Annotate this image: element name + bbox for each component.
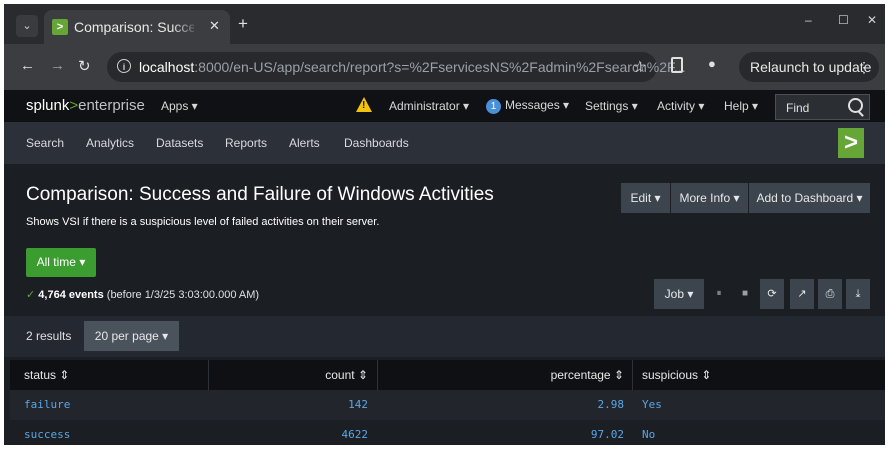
settings-menu[interactable]: Settings ▾ xyxy=(585,99,638,113)
table-row: failure 142 2.98 Yes xyxy=(10,390,885,420)
page-title: Comparison: Success and Failure of Windo… xyxy=(26,184,494,205)
forward-icon[interactable]: → xyxy=(50,57,65,74)
browser-toolbar: ← → ↻ i localhost:8000/en-US/app/search/… xyxy=(4,44,885,90)
cell-status[interactable]: failure xyxy=(24,390,70,420)
nav-reports[interactable]: Reports xyxy=(225,136,267,150)
events-summary: ✓ 4,764 events (before 1/3/25 3:03:00.00… xyxy=(26,289,260,301)
profile-icon[interactable]: ● xyxy=(708,56,724,72)
refresh-icon[interactable]: ⟳ xyxy=(760,279,784,309)
administrator-menu[interactable]: Administrator ▾ xyxy=(389,99,469,113)
cell-status[interactable]: success xyxy=(24,420,70,445)
column-header-suspicious[interactable]: suspicious ⇕ xyxy=(642,360,711,390)
info-icon[interactable]: i xyxy=(117,59,131,73)
back-icon[interactable]: ← xyxy=(20,57,35,74)
reload-icon[interactable]: ↻ xyxy=(78,57,91,75)
splunk-favicon-icon: > xyxy=(52,19,68,35)
splunk-top-bar: splunk>enterprise Apps ▾ ! Administrator… xyxy=(4,90,885,122)
column-header-status[interactable]: status ⇕ xyxy=(24,360,69,390)
search-icon[interactable] xyxy=(848,98,863,113)
cell-count[interactable]: 4622 xyxy=(208,420,369,445)
print-icon[interactable]: ⎙ xyxy=(818,279,842,309)
extensions-icon[interactable] xyxy=(671,57,683,73)
url-text: localhost:8000/en-US/app/search/report?s… xyxy=(139,59,686,75)
warning-mark: ! xyxy=(362,100,366,111)
pause-icon[interactable]: ⏸ xyxy=(707,279,731,309)
cell-percentage[interactable]: 2.98 xyxy=(377,390,625,420)
address-bar[interactable]: i localhost:8000/en-US/app/search/report… xyxy=(107,52,686,82)
cell-count[interactable]: 142 xyxy=(208,390,368,420)
help-menu[interactable]: Help ▾ xyxy=(724,99,758,113)
report-content: Comparison: Success and Failure of Windo… xyxy=(4,164,885,445)
window-close-icon[interactable]: ✕ xyxy=(867,13,877,27)
results-toolbar: 2 results 20 per page ▾ xyxy=(4,316,885,357)
maximize-icon[interactable]: ☐ xyxy=(838,13,849,27)
column-header-count[interactable]: count ⇕ xyxy=(208,360,368,390)
table-header: status ⇕ count ⇕ percentage ⇕ suspicious… xyxy=(10,360,885,390)
more-info-button[interactable]: More Info ▾ xyxy=(671,183,748,213)
cell-suspicious[interactable]: No xyxy=(642,420,655,445)
nav-datasets[interactable]: Datasets xyxy=(156,136,203,150)
app-window: ⌄ > Comparison: Success and Failure of W… xyxy=(4,4,885,445)
table-row: success 4622 97.02 No xyxy=(10,420,885,445)
apps-menu[interactable]: Apps ▾ xyxy=(161,99,198,113)
browser-tab[interactable]: > Comparison: Success and Failure of Win… xyxy=(44,10,230,44)
column-header-percentage[interactable]: percentage ⇕ xyxy=(377,360,624,390)
share-icon[interactable]: ↗ xyxy=(790,279,814,309)
add-to-dashboard-button[interactable]: Add to Dashboard ▾ xyxy=(749,183,870,213)
app-logo-icon[interactable]: > xyxy=(838,128,864,158)
browser-tab-strip: ⌄ > Comparison: Success and Failure of W… xyxy=(4,4,885,44)
splunk-logo[interactable]: splunk>enterprise xyxy=(26,97,145,114)
relaunch-button[interactable]: Relaunch to update ⋮ xyxy=(739,52,879,82)
messages-count-badge: 1 xyxy=(486,99,501,114)
close-icon[interactable]: ✕ xyxy=(209,18,220,34)
report-description: Shows VSI if there is a suspicious level… xyxy=(26,216,380,228)
messages-menu[interactable]: 1 Messages ▾ xyxy=(486,98,569,114)
find-input[interactable]: Find xyxy=(775,94,870,120)
job-menu-button[interactable]: Job ▾ xyxy=(654,279,704,309)
nav-dashboards[interactable]: Dashboards xyxy=(344,136,409,150)
plus-icon[interactable]: + xyxy=(238,14,248,34)
star-icon[interactable]: ☆ xyxy=(633,57,647,77)
nav-analytics[interactable]: Analytics xyxy=(86,136,134,150)
nav-search[interactable]: Search xyxy=(26,136,64,150)
activity-menu[interactable]: Activity ▾ xyxy=(657,99,704,113)
app-nav-bar: Search Analytics Datasets Reports Alerts… xyxy=(4,122,885,164)
per-page-dropdown[interactable]: 20 per page ▾ xyxy=(84,321,179,351)
results-count: 2 results xyxy=(26,329,72,343)
results-table: status ⇕ count ⇕ percentage ⇕ suspicious… xyxy=(10,360,885,445)
nav-alerts[interactable]: Alerts xyxy=(289,136,320,150)
tab-search-icon[interactable]: ⌄ xyxy=(16,15,38,37)
edit-button[interactable]: Edit ▾ xyxy=(621,183,670,213)
export-icon[interactable]: ⤓ xyxy=(846,279,870,309)
check-icon: ✓ xyxy=(26,289,36,301)
minimize-icon[interactable]: – xyxy=(805,13,812,27)
stop-icon[interactable]: ■ xyxy=(733,279,757,309)
time-range-picker[interactable]: All time ▾ xyxy=(26,248,96,277)
more-icon[interactable]: ⋮ xyxy=(846,52,871,82)
cell-percentage[interactable]: 97.02 xyxy=(377,420,624,445)
cell-suspicious[interactable]: Yes xyxy=(642,390,662,420)
